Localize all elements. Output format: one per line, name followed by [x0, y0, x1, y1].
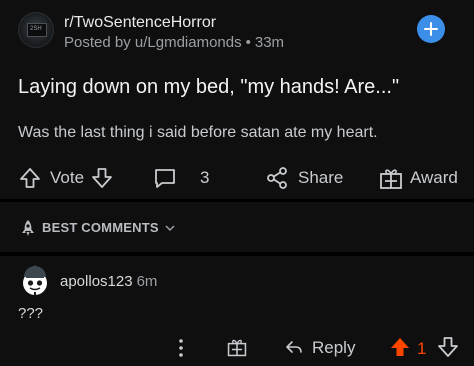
award-icon[interactable]: [226, 336, 248, 358]
award-label: Award: [410, 168, 458, 187]
upvote-icon[interactable]: [18, 166, 42, 190]
post-title[interactable]: Laying down on my bed, "my hands! Are...…: [18, 76, 399, 99]
award-icon: [380, 169, 402, 189]
comment-action-bar: Reply 1: [0, 334, 474, 362]
chevron-down-icon: [165, 225, 175, 232]
vote-control: Vote: [18, 160, 114, 196]
user-avatar[interactable]: [18, 264, 52, 298]
comment-item: apollos123 6m ??? Reply 1: [0, 256, 474, 366]
comment-meta: apollos123 6m: [60, 273, 157, 290]
comment-count: 3: [200, 168, 210, 187]
sort-label: BEST COMMENTS: [42, 220, 159, 235]
reply-icon: [286, 341, 302, 353]
share-label: Share: [298, 168, 344, 187]
downvote-icon[interactable]: [436, 335, 460, 359]
comment-body: ???: [18, 305, 44, 322]
comment-username[interactable]: apollos123: [60, 273, 133, 290]
downvote-icon[interactable]: [90, 166, 114, 190]
reply-button[interactable]: Reply: [284, 334, 355, 362]
rocket-icon: [22, 220, 34, 236]
separator-dot: •: [245, 34, 251, 51]
join-button[interactable]: [417, 15, 445, 43]
join-plus-icon: [424, 22, 438, 36]
post-action-bar: Vote 3 Share Award: [0, 160, 474, 196]
share-icon: [267, 167, 287, 189]
reply-label: Reply: [312, 338, 356, 357]
comment-sort-bar[interactable]: BEST COMMENTS: [0, 202, 474, 252]
comment-score: 1: [417, 339, 427, 358]
comments-button[interactable]: 3: [152, 160, 209, 196]
post-card: 2SH r/TwoSentenceHorror Posted by u/Lgmd…: [0, 0, 474, 199]
subreddit-name[interactable]: r/TwoSentenceHorror: [64, 14, 216, 32]
posted-by[interactable]: Posted by u/Lgmdiamonds: [64, 34, 242, 51]
comment-age: 6m: [136, 273, 158, 290]
post-body: Was the last thing i said before satan a…: [18, 124, 378, 141]
post-age: 33m: [254, 34, 285, 51]
award-button[interactable]: Award: [378, 160, 458, 196]
vote-label: Vote: [50, 168, 85, 187]
share-button[interactable]: Share: [264, 160, 343, 196]
avatar-logo-text: 2SH: [30, 26, 42, 32]
post-meta: Posted by u/Lgmdiamonds • 33m: [64, 34, 284, 51]
comment-icon: [155, 169, 175, 188]
upvote-icon[interactable]: [388, 335, 412, 359]
more-icon[interactable]: [172, 337, 190, 359]
subreddit-avatar[interactable]: 2SH: [18, 12, 54, 48]
